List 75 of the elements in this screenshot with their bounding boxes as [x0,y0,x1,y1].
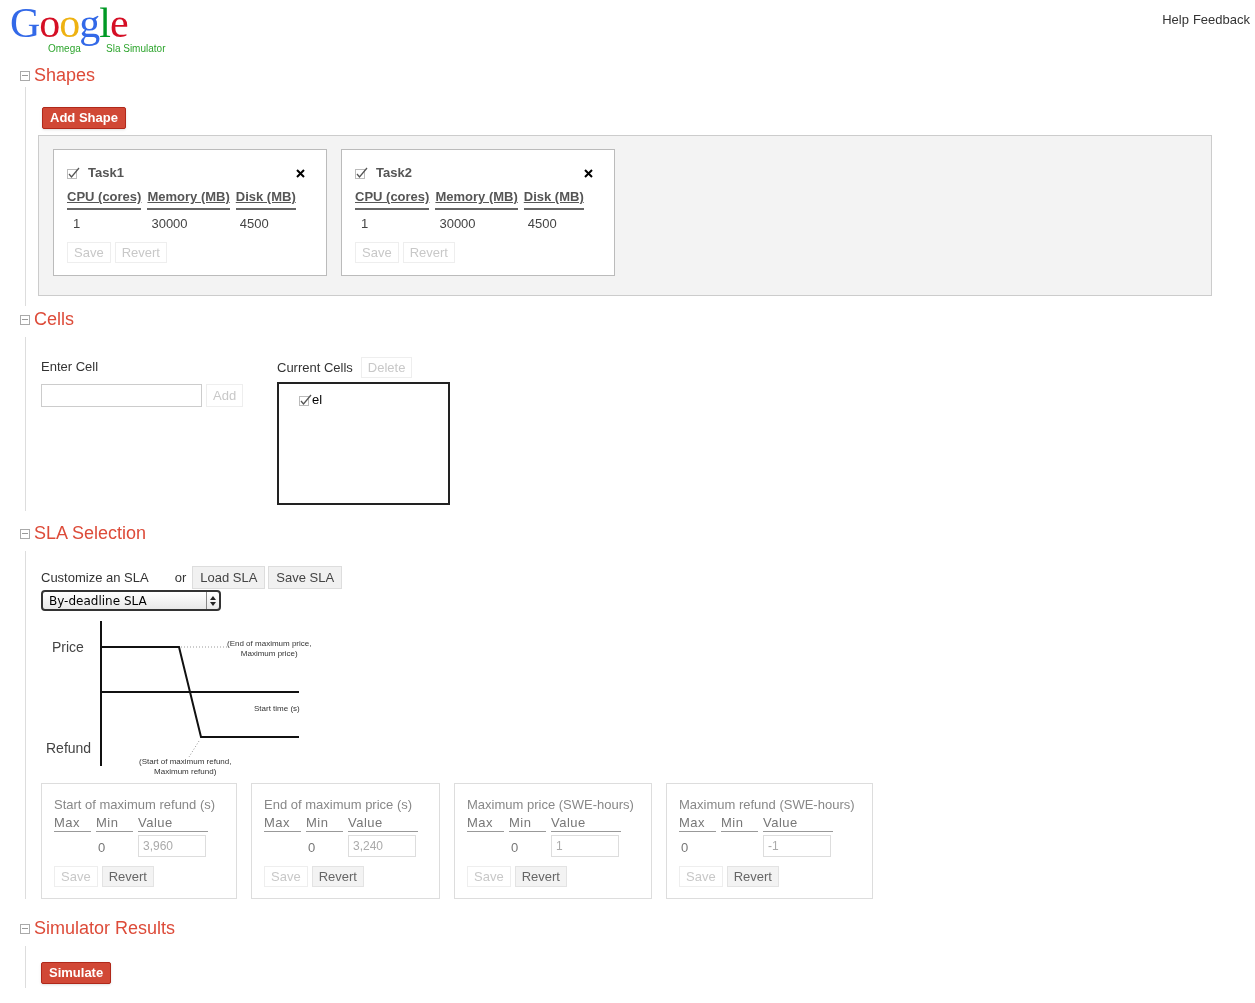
task-name: Task1 [88,164,125,183]
column-header: Disk (MB) [523,187,584,210]
annotation-text: (End of maximum price, Maximum price) [227,639,312,659]
axis-label: Start time (s) [254,703,300,715]
column-header: Value [138,814,208,832]
axis-label: Refund [46,739,92,758]
field-label: Enter Cell [41,358,100,376]
parameter-title: Maximum refund (SWE-hours) [679,796,856,814]
close-icon[interactable] [584,168,593,178]
action-button[interactable]: Revert [101,866,154,887]
column-header: Memory (MB) [435,187,518,210]
column-header: CPU (cores) [67,187,142,210]
add-shape-button[interactable]: Add Shape [42,107,126,129]
table-cell-text: 0 [97,838,107,857]
field-label: Current Cells [277,358,353,377]
nav-link[interactable]: Help [1162,10,1189,62]
column-header: Value [551,814,621,832]
table-cell-text: 30000 [438,214,477,233]
column-header: CPU (cores) [355,187,430,210]
load-button[interactable]: Load SLA [192,566,266,589]
leader-line [180,646,230,648]
collapse-icon[interactable] [20,314,30,325]
column-header: Max [679,814,716,832]
checkbox[interactable] [67,167,80,179]
section-title: SLA Selection [34,522,147,545]
column-header: Value [348,814,418,832]
table-cell-text: 0 [680,838,690,857]
checkbox[interactable] [355,167,368,179]
table-cell-text: 1 [72,214,82,233]
column-header: Max [467,814,504,832]
annotation-text: (Start of maximum refund, Maximum refund) [139,757,232,777]
column-header: Memory (MB) [147,187,230,210]
parameter-title: End of maximum price (s) [264,796,414,814]
parameter-title: Maximum price (SWE-hours) [467,796,635,814]
cell-name[interactable]: el [312,390,323,410]
logo-tagline: Omega [48,43,81,56]
leader-line [188,740,200,758]
field-label: Customize an SLA [41,568,149,587]
column-header: Max [54,814,91,832]
nav-link[interactable]: Feedback [1192,10,1250,62]
close-icon[interactable] [296,168,305,178]
separator-text: or [174,568,187,587]
column-header: Min [306,814,343,832]
column-header: Disk (MB) [235,187,296,210]
table-cell-text: 30000 [150,214,189,233]
checkbox[interactable] [299,393,312,406]
collapse-icon[interactable] [20,923,30,934]
table-cell-text: 4500 [526,214,558,233]
dropdown-icon [206,592,219,609]
column-header: Min [721,814,758,832]
action-button[interactable]: Revert [311,866,364,887]
logo-wordmark: Google [10,2,128,44]
section-title: Simulator Results [34,917,176,940]
parameter-title: Start of maximum refund (s) [54,796,217,814]
table-cell-text: 0 [510,838,520,857]
sla-type-select[interactable]: By-deadline SLA [41,590,221,611]
action-button[interactable]: Revert [726,866,779,887]
save-button[interactable]: Save SLA [268,566,343,589]
simulate-button[interactable]: Simulate [41,961,112,984]
action-button[interactable]: Revert [514,866,567,887]
table-cell-text: 1 [360,214,370,233]
column-header: Max [264,814,301,832]
table-cell-text: 0 [307,838,317,857]
column-header: Min [96,814,133,832]
collapse-icon[interactable] [20,528,30,539]
cell-input-field[interactable] [41,383,202,407]
axis-label: Price [52,638,84,657]
section-title: Shapes [34,64,96,87]
logo-tagline: Sla Simulator [106,42,166,56]
section-title: Cells [34,308,74,331]
column-header: Value [763,814,833,832]
collapse-icon[interactable] [20,70,30,81]
column-header: Min [509,814,546,832]
task-name: Task2 [376,164,413,183]
table-cell-text: 4500 [238,214,270,233]
